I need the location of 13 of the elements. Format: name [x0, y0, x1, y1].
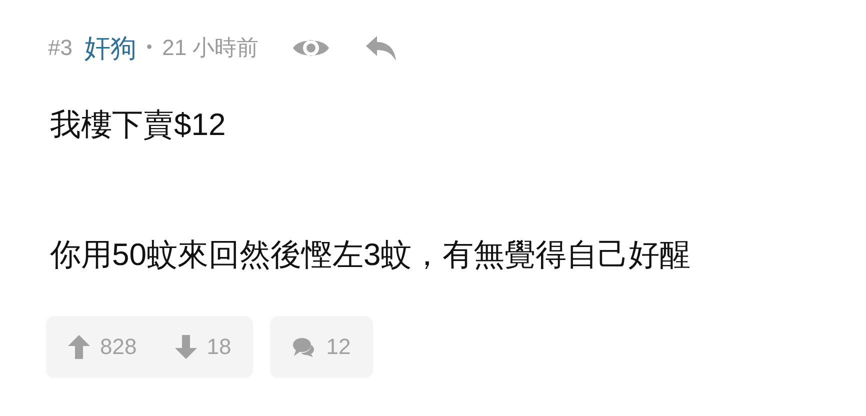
upvote-icon[interactable] [68, 335, 90, 360]
post-number: #3 [48, 35, 72, 61]
speech-bubbles-icon [292, 336, 316, 358]
separator-dot: • [146, 39, 152, 57]
downvote-icon[interactable] [174, 335, 197, 360]
reply-icon[interactable] [364, 34, 397, 62]
upvote-count: 828 [100, 334, 137, 360]
post-text: 你用50蚊來回然後慳左3蚊，有無覺得自己好醒 [50, 236, 692, 274]
post-time: 21 小時前 [162, 34, 259, 62]
author-name[interactable]: 奸狗 [84, 30, 136, 66]
downvote-count: 18 [206, 334, 232, 360]
reply-count: 12 [326, 334, 351, 360]
post-text: 我樓下賣$12 [50, 106, 227, 144]
